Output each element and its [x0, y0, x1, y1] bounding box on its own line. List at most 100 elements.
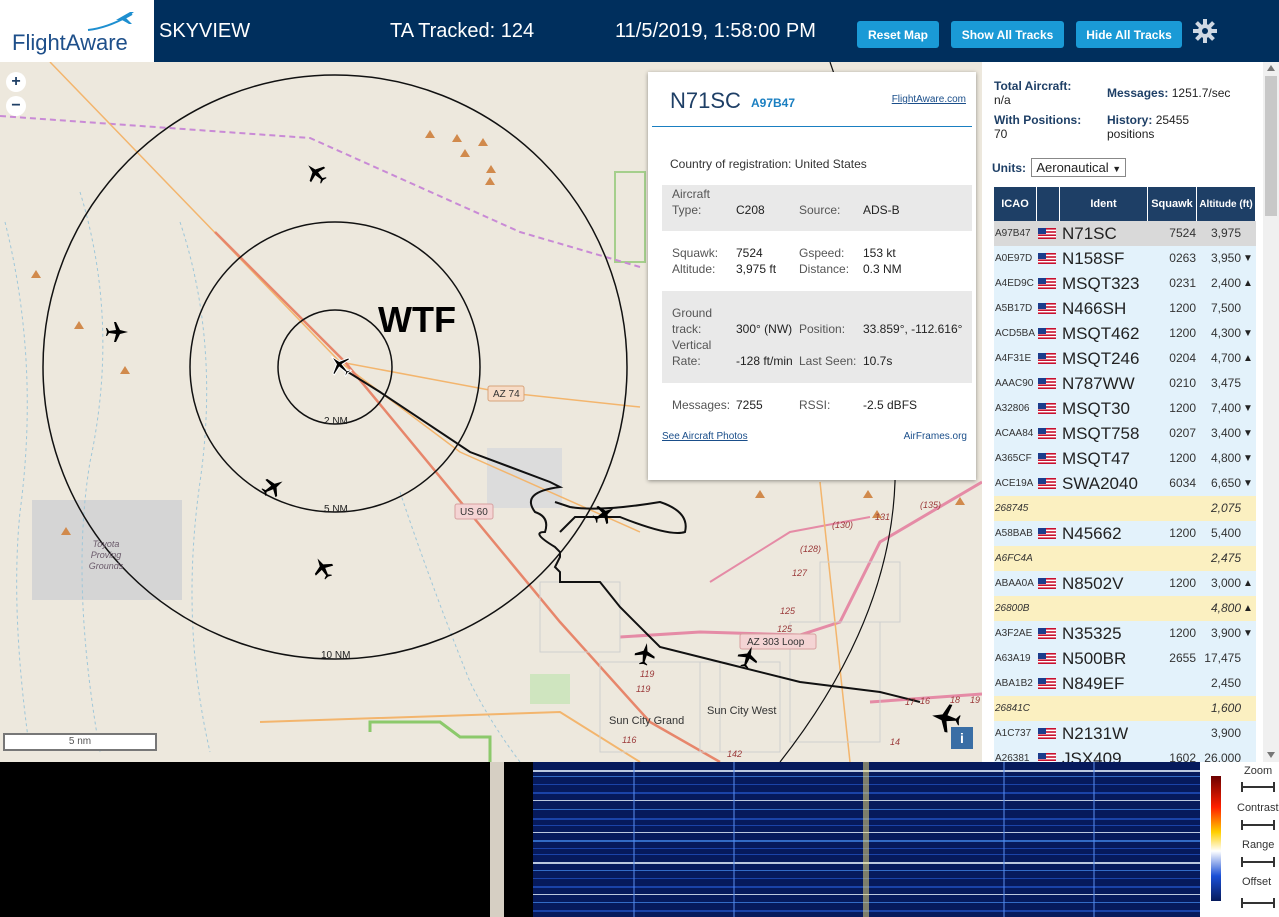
reset-map-button[interactable]: Reset Map: [857, 21, 939, 48]
aircraft-icon[interactable]: [301, 158, 331, 188]
zoom-label: Zoom: [1244, 765, 1273, 777]
table-row[interactable]: ACE19A SWA2040 6034 6,650 ▼: [994, 471, 1256, 496]
table-row[interactable]: A58BAB N45662 1200 5,400: [994, 521, 1256, 546]
place-label: Grounds: [89, 561, 124, 571]
table-row[interactable]: A4ED9C MSQT323 0231 2,400 ▲: [994, 271, 1256, 296]
altitude-trend-icon: [1242, 696, 1254, 721]
altitude-cell: 17,475: [1204, 651, 1241, 665]
squawk-cell: 1200: [1169, 626, 1196, 640]
ident-cell: N787WW: [1062, 374, 1135, 393]
column-squawk[interactable]: Squawk: [1148, 187, 1197, 221]
panel-divider[interactable]: [490, 762, 504, 917]
table-row[interactable]: A63A19 N500BR 2655 17,475: [994, 646, 1256, 671]
hide-all-tracks-button[interactable]: Hide All Tracks: [1076, 21, 1182, 48]
table-row[interactable]: A1C737 N2131W 3,900: [994, 721, 1256, 746]
units-select[interactable]: Aeronautical ▼: [1031, 158, 1127, 177]
flightaware-logo[interactable]: FlightAware: [0, 0, 154, 62]
table-row[interactable]: ABAA0A N8502V 1200 3,000 ▲: [994, 571, 1256, 596]
aircraft-icon[interactable]: [258, 473, 287, 501]
aircraft-photos-link[interactable]: See Aircraft Photos: [662, 431, 748, 442]
route-number: 127: [792, 568, 808, 578]
type-value: C208: [736, 203, 765, 217]
altitude-cell: 3,900: [1210, 726, 1241, 740]
altitude-cell: 3,000: [1210, 576, 1241, 590]
table-row[interactable]: A365CF MSQT47 1200 4,800 ▼: [994, 446, 1256, 471]
chevron-down-icon: ▼: [1112, 164, 1122, 174]
aircraft-icon[interactable]: [309, 553, 337, 582]
altitude-value: 3,975 ft: [736, 262, 777, 276]
zoom-slider[interactable]: [1241, 782, 1275, 792]
column-flag[interactable]: [1037, 187, 1060, 221]
altitude-cell: 3,975: [1210, 226, 1241, 240]
scrollbar[interactable]: [1263, 62, 1279, 762]
us-flag-icon: [1038, 671, 1058, 696]
position-label: Position:: [799, 322, 846, 336]
map-info-button[interactable]: i: [951, 727, 973, 749]
altitude-cell: 3,950: [1210, 251, 1241, 265]
zoom-in-button[interactable]: +: [6, 72, 26, 92]
icao-cell: 268745: [995, 503, 1029, 514]
airframes-link[interactable]: AirFrames.org: [904, 431, 967, 442]
table-row[interactable]: A97B47 N71SC 7524 3,975: [994, 221, 1256, 246]
table-row[interactable]: A32806 MSQT30 1200 7,400 ▼: [994, 396, 1256, 421]
altitude-trend-icon: ▼: [1243, 478, 1253, 489]
zoom-out-button[interactable]: −: [6, 96, 26, 116]
aircraft-list-panel: Total Aircraft: n/a Messages: 1251.7/sec…: [982, 62, 1279, 762]
table-row[interactable]: A0E97D N158SF 0263 3,950 ▼: [994, 246, 1256, 271]
column-altitude[interactable]: Altitude (ft): [1197, 187, 1256, 221]
ident-cell: [1062, 496, 1150, 521]
altitude-trend-icon: ▼: [1243, 328, 1253, 339]
aircraft-icon[interactable]: [633, 641, 657, 666]
table-row[interactable]: AAAC90 N787WW 0210 3,475: [994, 371, 1256, 396]
aircraft-icon[interactable]: [106, 322, 128, 342]
column-icao[interactable]: ICAO: [994, 187, 1037, 221]
table-row[interactable]: A6FC4A 2,475: [994, 546, 1256, 571]
scroll-down-arrow[interactable]: [1267, 752, 1275, 758]
scroll-up-arrow[interactable]: [1267, 65, 1275, 71]
table-row[interactable]: 268745 2,075: [994, 496, 1256, 521]
contrast-slider[interactable]: [1241, 820, 1275, 830]
range-label: Range: [1242, 839, 1275, 851]
aircraft-icon[interactable]: [589, 500, 618, 528]
table-row[interactable]: A3F2AE N35325 1200 3,900 ▼: [994, 621, 1256, 646]
table-row[interactable]: A26381 JSX409 1602 26,000: [994, 746, 1256, 762]
altitude-trend-icon: [1242, 296, 1254, 321]
icao-cell: ACAA84: [995, 428, 1034, 439]
altitude-trend-icon: [1242, 721, 1254, 746]
total-value: n/a: [994, 93, 1011, 107]
total-aircraft: Total Aircraft: n/a: [994, 79, 1071, 107]
messages-rate-label: Messages:: [1107, 86, 1169, 100]
altitude-trend-icon: [1242, 646, 1254, 671]
track-section: [662, 291, 972, 383]
icao-cell: A26381: [995, 753, 1030, 762]
ring-label-5nm: 5 NM: [324, 504, 348, 515]
selected-aircraft-icon[interactable]: [324, 349, 357, 382]
scroll-thumb[interactable]: [1265, 76, 1277, 216]
table-row[interactable]: ACAA84 MSQT758 0207 3,400 ▼: [994, 421, 1256, 446]
squawk-cell: 0207: [1169, 426, 1196, 440]
squawk-cell: [1150, 721, 1196, 746]
range-slider[interactable]: [1241, 857, 1275, 867]
route-number: (128): [800, 544, 821, 554]
offset-slider[interactable]: [1241, 898, 1275, 908]
altitude-cell: 26,000: [1204, 751, 1241, 762]
squawk-cell: [1150, 496, 1196, 521]
table-row[interactable]: A4F31E MSQT246 0204 4,700 ▲: [994, 346, 1256, 371]
us-flag-icon: [1038, 371, 1058, 396]
route-number: 131: [875, 512, 890, 522]
gear-icon[interactable]: [1193, 19, 1217, 43]
table-row[interactable]: 26841C 1,600: [994, 696, 1256, 721]
table-row[interactable]: A5B17D N466SH 1200 7,500: [994, 296, 1256, 321]
annotation-text: WTF: [378, 299, 456, 340]
aircraft-hex[interactable]: A97B47: [751, 96, 795, 110]
table-row[interactable]: 26800B 4,800 ▲: [994, 596, 1256, 621]
waterfall-display: [533, 762, 1201, 917]
messages-rate: Messages: 1251.7/sec: [1107, 86, 1230, 100]
flightaware-link[interactable]: FlightAware.com: [892, 94, 966, 105]
show-all-tracks-button[interactable]: Show All Tracks: [951, 21, 1064, 48]
table-row[interactable]: ABA1B2 N849EF 2,450: [994, 671, 1256, 696]
table-row[interactable]: ACD5BA MSQT462 1200 4,300 ▼: [994, 321, 1256, 346]
column-ident[interactable]: Ident: [1060, 187, 1148, 221]
tracked-count: TA Tracked: 124: [390, 20, 535, 42]
with-positions: With Positions: 70: [994, 113, 1081, 141]
